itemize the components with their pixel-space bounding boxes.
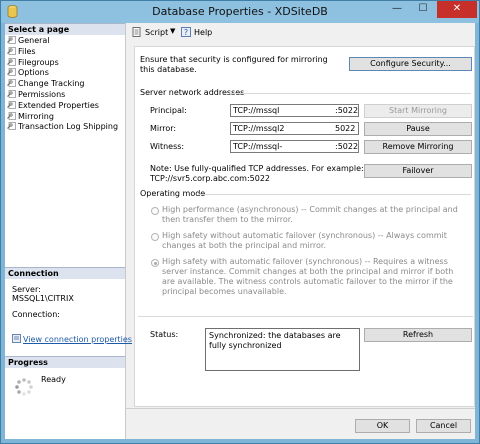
progress-header: Progress bbox=[5, 356, 125, 368]
sidebar-item-options[interactable]: Options bbox=[7, 68, 123, 79]
sidebar-item-mirroring[interactable]: Mirroring bbox=[7, 112, 123, 123]
wrench-page-icon bbox=[7, 68, 16, 77]
witness-address-value: TCP://mssql- bbox=[233, 142, 283, 151]
svg-text:?: ? bbox=[184, 28, 188, 37]
footer-divider bbox=[126, 408, 475, 409]
principal-address-input[interactable]: TCP://mssql :5022 bbox=[230, 104, 359, 117]
sidebar-item-files[interactable]: Files bbox=[7, 47, 123, 58]
server-value: MSSQL1\CITRIX bbox=[12, 294, 74, 303]
cancel-button[interactable]: Cancel bbox=[416, 419, 471, 433]
mode-high-safety-failover-label: High safety with automatic failover (syn… bbox=[162, 257, 454, 296]
mode-high-safety-no-failover-label: High safety without automatic failover (… bbox=[162, 231, 447, 250]
principal-port: :5022 bbox=[335, 106, 359, 115]
group-divider bbox=[198, 194, 471, 195]
server-label: Server: bbox=[12, 285, 41, 294]
ok-button[interactable]: OK bbox=[355, 419, 410, 433]
radio-high-safety-failover[interactable] bbox=[151, 259, 159, 267]
fqdn-note-line1: Note: Use fully-qualified TCP addresses.… bbox=[150, 164, 364, 173]
left-pane: Select a page General Files Filegroups Opti… bbox=[5, 23, 132, 439]
principal-address-value: TCP://mssql bbox=[233, 106, 280, 115]
sidebar-item-change-tracking[interactable]: Change Tracking bbox=[7, 79, 123, 90]
sidebar-item-transaction-log-shipping[interactable]: Transaction Log Shipping bbox=[7, 122, 123, 133]
close-button[interactable]: ✕ bbox=[437, 1, 477, 18]
fqdn-note-line2: TCP://svr5.corp.abc.com:5022 bbox=[150, 174, 271, 183]
radio-high-safety-no-failover[interactable] bbox=[151, 233, 159, 241]
witness-address-input[interactable]: TCP://mssql- :5022 bbox=[230, 140, 359, 153]
title-bar[interactable]: Database Properties - XDSiteDB — ☐ ✕ bbox=[1, 1, 479, 23]
configure-security-button[interactable]: Configure Security... bbox=[349, 57, 472, 71]
sidebar-item-label: Extended Properties bbox=[18, 100, 99, 110]
sidebar-item-label: Mirroring bbox=[18, 111, 54, 121]
wrench-page-icon bbox=[7, 100, 16, 109]
wrench-page-icon bbox=[7, 36, 16, 44]
help-label: Help bbox=[194, 28, 213, 37]
chevron-down-icon: ▼ bbox=[170, 27, 176, 35]
view-connection-properties-label: View connection properties bbox=[23, 335, 132, 344]
mirror-port: 5022 bbox=[335, 124, 356, 133]
sidebar-item-label: Files bbox=[18, 46, 36, 56]
database-properties-window: Database Properties - XDSiteDB — ☐ ✕ Sel… bbox=[0, 0, 480, 444]
sidebar-item-extended-properties[interactable]: Extended Properties bbox=[7, 101, 123, 112]
group-divider bbox=[230, 93, 471, 94]
mode-high-performance-label: High performance (asynchronous) -- Commi… bbox=[162, 205, 458, 224]
mirroring-page: Ensure that security is configured for m… bbox=[134, 46, 475, 407]
pause-button[interactable]: Pause bbox=[364, 122, 472, 136]
sidebar-item-filegroups[interactable]: Filegroups bbox=[7, 58, 123, 69]
start-mirroring-button[interactable]: Start Mirroring bbox=[364, 104, 472, 118]
connection-header: Connection bbox=[5, 267, 125, 279]
progress-spinner-icon bbox=[15, 378, 33, 396]
sidebar-item-label: Filegroups bbox=[18, 57, 59, 67]
maximize-button[interactable]: ☐ bbox=[411, 1, 435, 18]
security-note: Ensure that security is configured for m… bbox=[140, 55, 328, 74]
principal-label: Principal: bbox=[150, 106, 187, 115]
sidebar-item-general[interactable]: General bbox=[7, 36, 123, 47]
sidebar-item-label: Change Tracking bbox=[18, 79, 85, 89]
toolbar: Script ▼ ? Help bbox=[126, 23, 475, 43]
radio-high-performance[interactable] bbox=[151, 207, 159, 215]
page-list: General Files Filegroups Options Change Trac… bbox=[7, 36, 123, 133]
wrench-page-icon bbox=[7, 122, 16, 131]
server-network-addresses-label: Server network addresses bbox=[140, 88, 245, 97]
mirror-label: Mirror: bbox=[150, 124, 177, 133]
refresh-button[interactable]: Refresh bbox=[364, 328, 472, 342]
section-divider bbox=[138, 316, 473, 317]
sidebar-item-label: Permissions bbox=[18, 89, 66, 99]
dialog-client-area: Select a page General Files Filegroups Opti… bbox=[5, 23, 475, 439]
wrench-page-icon bbox=[7, 90, 16, 98]
sidebar-item-label: General bbox=[18, 36, 50, 45]
operating-mode-label: Operating mode bbox=[140, 189, 206, 198]
wrench-page-icon bbox=[7, 79, 16, 88]
help-icon: ? bbox=[181, 27, 191, 37]
wrench-page-icon bbox=[7, 57, 16, 66]
help-button[interactable]: ? Help bbox=[181, 25, 213, 40]
script-label: Script bbox=[145, 28, 169, 37]
witness-port: :5022 bbox=[335, 142, 359, 151]
wrench-page-icon bbox=[7, 46, 16, 55]
status-label: Status: bbox=[150, 330, 179, 339]
minimize-button[interactable]: — bbox=[385, 1, 409, 18]
sidebar-item-label: Transaction Log Shipping bbox=[18, 122, 119, 132]
mirror-address-input[interactable]: TCP://mssql2 5022 bbox=[230, 122, 359, 135]
status-box: Synchronized: the databases are fully sy… bbox=[205, 328, 360, 371]
progress-status: Ready bbox=[41, 375, 66, 384]
sidebar-item-label: Options bbox=[18, 68, 49, 78]
properties-icon bbox=[12, 334, 21, 343]
mirror-address-value: TCP://mssql2 bbox=[233, 124, 285, 133]
right-pane: Script ▼ ? Help Ensure that security is … bbox=[126, 23, 475, 439]
script-icon bbox=[132, 27, 141, 37]
witness-label: Witness: bbox=[150, 142, 185, 151]
remove-mirroring-button[interactable]: Remove Mirroring bbox=[364, 140, 472, 154]
script-button[interactable]: Script ▼ bbox=[132, 25, 176, 40]
connection-label: Connection: bbox=[12, 310, 60, 319]
sidebar-item-permissions[interactable]: Permissions bbox=[7, 90, 123, 101]
failover-button[interactable]: Failover bbox=[364, 164, 472, 178]
select-page-header: Select a page bbox=[5, 23, 125, 35]
view-connection-properties-link[interactable]: View connection properties bbox=[12, 334, 132, 344]
wrench-page-icon bbox=[7, 111, 16, 120]
